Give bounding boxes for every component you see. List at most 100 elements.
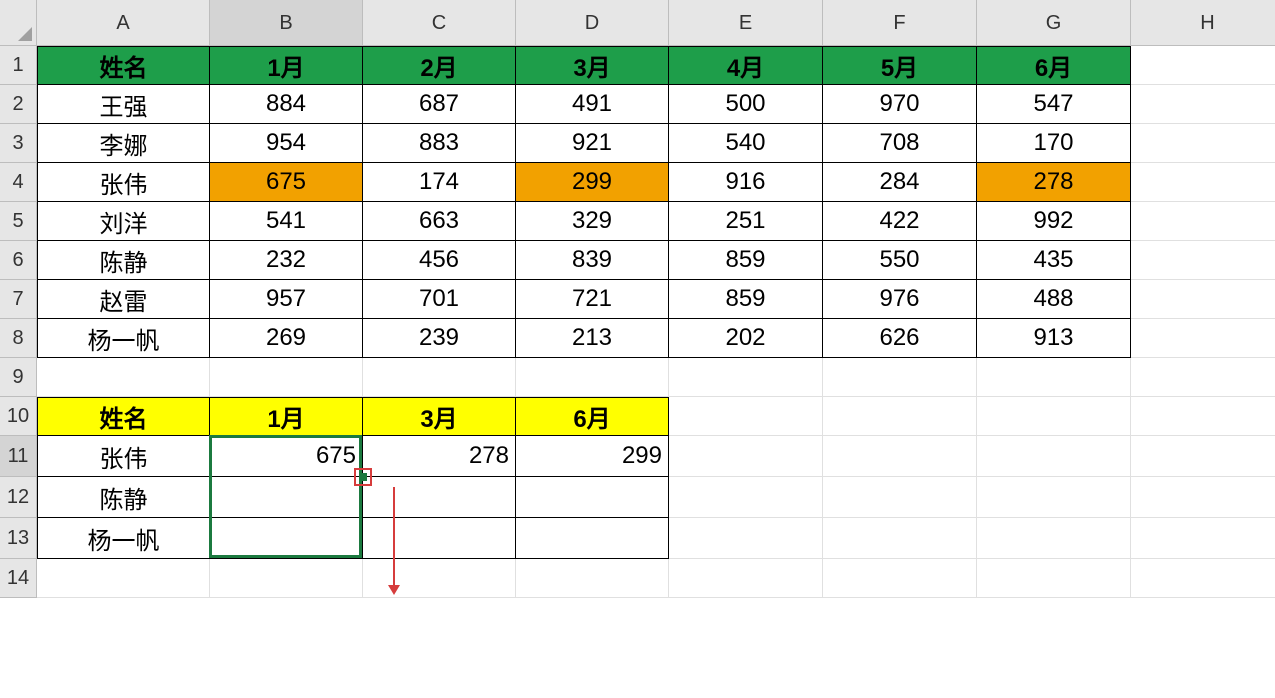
- cell-A11[interactable]: 张伟: [37, 436, 210, 477]
- cell-F2[interactable]: 970: [823, 85, 977, 124]
- cell-H5[interactable]: [1131, 202, 1275, 241]
- cell-H7[interactable]: [1131, 280, 1275, 319]
- cell-H2[interactable]: [1131, 85, 1275, 124]
- cell-F5[interactable]: 422: [823, 202, 977, 241]
- cell-E2[interactable]: 500: [669, 85, 823, 124]
- cell-C10[interactable]: 3月: [363, 397, 516, 436]
- cell-E8[interactable]: 202: [669, 319, 823, 358]
- cell-F4[interactable]: 284: [823, 163, 977, 202]
- cell-C8[interactable]: 239: [363, 319, 516, 358]
- cell-C7[interactable]: 701: [363, 280, 516, 319]
- cell-F10[interactable]: [823, 397, 977, 436]
- cell-A13[interactable]: 杨一帆: [37, 518, 210, 559]
- cell-B2[interactable]: 884: [210, 85, 363, 124]
- cell-F14[interactable]: [823, 559, 977, 598]
- cell-B6[interactable]: 232: [210, 241, 363, 280]
- cell-D9[interactable]: [516, 358, 669, 397]
- cell-B7[interactable]: 957: [210, 280, 363, 319]
- row-header-6[interactable]: 6: [0, 241, 37, 280]
- cell-G10[interactable]: [977, 397, 1131, 436]
- cell-E3[interactable]: 540: [669, 124, 823, 163]
- cell-G5[interactable]: 992: [977, 202, 1131, 241]
- cell-B9[interactable]: [210, 358, 363, 397]
- cell-H13[interactable]: [1131, 518, 1275, 559]
- cell-A8[interactable]: 杨一帆: [37, 319, 210, 358]
- column-header-H[interactable]: H: [1131, 0, 1275, 46]
- row-header-3[interactable]: 3: [0, 124, 37, 163]
- cell-E4[interactable]: 916: [669, 163, 823, 202]
- row-header-1[interactable]: 1: [0, 46, 37, 85]
- row-header-4[interactable]: 4: [0, 163, 37, 202]
- cell-G3[interactable]: 170: [977, 124, 1131, 163]
- cell-G14[interactable]: [977, 559, 1131, 598]
- select-all-corner[interactable]: [0, 0, 37, 46]
- cell-B8[interactable]: 269: [210, 319, 363, 358]
- cell-F11[interactable]: [823, 436, 977, 477]
- cell-G1[interactable]: 6月: [977, 46, 1131, 85]
- cell-H8[interactable]: [1131, 319, 1275, 358]
- cell-A5[interactable]: 刘洋: [37, 202, 210, 241]
- column-header-G[interactable]: G: [977, 0, 1131, 46]
- cell-E1[interactable]: 4月: [669, 46, 823, 85]
- row-header-10[interactable]: 10: [0, 397, 37, 436]
- cell-G2[interactable]: 547: [977, 85, 1131, 124]
- cell-F3[interactable]: 708: [823, 124, 977, 163]
- cell-H6[interactable]: [1131, 241, 1275, 280]
- cell-A12[interactable]: 陈静: [37, 477, 210, 518]
- cell-A1[interactable]: 姓名: [37, 46, 210, 85]
- cell-D1[interactable]: 3月: [516, 46, 669, 85]
- cell-F8[interactable]: 626: [823, 319, 977, 358]
- cell-B4[interactable]: 675: [210, 163, 363, 202]
- cell-H4[interactable]: [1131, 163, 1275, 202]
- cell-H3[interactable]: [1131, 124, 1275, 163]
- cell-H11[interactable]: [1131, 436, 1275, 477]
- column-header-D[interactable]: D: [516, 0, 669, 46]
- cell-A3[interactable]: 李娜: [37, 124, 210, 163]
- cell-C12[interactable]: [363, 477, 516, 518]
- cell-H1[interactable]: [1131, 46, 1275, 85]
- row-header-9[interactable]: 9: [0, 358, 37, 397]
- cell-F6[interactable]: 550: [823, 241, 977, 280]
- cell-E6[interactable]: 859: [669, 241, 823, 280]
- cell-C14[interactable]: [363, 559, 516, 598]
- cell-D2[interactable]: 491: [516, 85, 669, 124]
- cell-B10[interactable]: 1月: [210, 397, 363, 436]
- cell-G9[interactable]: [977, 358, 1131, 397]
- row-header-7[interactable]: 7: [0, 280, 37, 319]
- column-header-C[interactable]: C: [363, 0, 516, 46]
- cell-A9[interactable]: [37, 358, 210, 397]
- cell-G8[interactable]: 913: [977, 319, 1131, 358]
- cell-D10[interactable]: 6月: [516, 397, 669, 436]
- cell-H14[interactable]: [1131, 559, 1275, 598]
- row-header-11[interactable]: 11: [0, 436, 37, 477]
- row-header-2[interactable]: 2: [0, 85, 37, 124]
- cell-C9[interactable]: [363, 358, 516, 397]
- cell-E9[interactable]: [669, 358, 823, 397]
- cell-C2[interactable]: 687: [363, 85, 516, 124]
- cell-A14[interactable]: [37, 559, 210, 598]
- cell-C1[interactable]: 2月: [363, 46, 516, 85]
- column-header-B[interactable]: B: [210, 0, 363, 46]
- cell-C3[interactable]: 883: [363, 124, 516, 163]
- row-header-12[interactable]: 12: [0, 477, 37, 518]
- column-header-F[interactable]: F: [823, 0, 977, 46]
- cell-D14[interactable]: [516, 559, 669, 598]
- cell-F13[interactable]: [823, 518, 977, 559]
- cell-F1[interactable]: 5月: [823, 46, 977, 85]
- row-header-14[interactable]: 14: [0, 559, 37, 598]
- cell-E11[interactable]: [669, 436, 823, 477]
- cell-C13[interactable]: [363, 518, 516, 559]
- cell-E5[interactable]: 251: [669, 202, 823, 241]
- cell-G6[interactable]: 435: [977, 241, 1131, 280]
- cell-E12[interactable]: [669, 477, 823, 518]
- cell-E13[interactable]: [669, 518, 823, 559]
- cell-F7[interactable]: 976: [823, 280, 977, 319]
- cell-F9[interactable]: [823, 358, 977, 397]
- column-header-A[interactable]: A: [37, 0, 210, 46]
- row-header-5[interactable]: 5: [0, 202, 37, 241]
- row-header-8[interactable]: 8: [0, 319, 37, 358]
- cell-A2[interactable]: 王强: [37, 85, 210, 124]
- cell-D4[interactable]: 299: [516, 163, 669, 202]
- cell-B1[interactable]: 1月: [210, 46, 363, 85]
- cell-A4[interactable]: 张伟: [37, 163, 210, 202]
